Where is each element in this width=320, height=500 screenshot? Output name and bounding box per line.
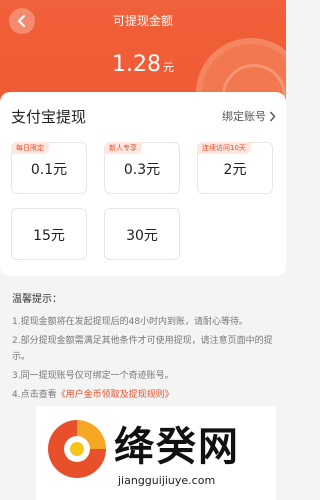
withdraw-card: 支付宝提现 绑定账号 每日限定 0.1元 新人专享 0.3元 连续访问10天 2… (0, 92, 286, 276)
bind-account-label: 绑定账号 (222, 110, 266, 123)
watermark-url: jiangguijiuye.com (118, 474, 216, 487)
withdraw-option-0.1[interactable]: 每日限定 0.1元 (11, 142, 87, 194)
card-title: 支付宝提现 (11, 108, 87, 126)
option-value: 0.3元 (123, 162, 161, 178)
amount-value: 1.28 (112, 52, 161, 77)
watermark-logo-icon (48, 420, 106, 478)
tip-item: 3.同一提现账号仅可绑定一个奇迹账号。 (12, 371, 174, 381)
tip-item-last: 4.点击查看《用户金币领取及提现规则》 (12, 387, 276, 403)
amount-unit: 元 (162, 61, 174, 74)
bind-account-link[interactable]: 绑定账号 (222, 108, 276, 124)
tip-item: 2.部分提现金额需满足其他条件才可使用提现，请注意页面中的提示。 (12, 336, 273, 362)
option-value: 30元 (126, 228, 158, 244)
withdrawable-amount: 1.28 元 (0, 52, 286, 77)
withdraw-option-2[interactable]: 连续访问10天 2元 (197, 142, 273, 194)
option-tag: 每日限定 (11, 142, 49, 154)
tip-item: 1.提现金额将在发起提现后的48小时内到账，请耐心等待。 (12, 317, 249, 327)
option-value: 2元 (223, 162, 247, 178)
watermark: 绛癸网 jiangguijiuye.com (36, 406, 276, 500)
withdraw-option-0.3[interactable]: 新人专享 0.3元 (104, 142, 180, 194)
watermark-text: 绛癸网 (114, 424, 240, 470)
withdraw-option-15[interactable]: 15元 (11, 208, 87, 260)
rules-link[interactable]: 《用户金币领取及提现规则》 (57, 390, 174, 400)
page-title: 可提现金额 (112, 14, 173, 28)
chevron-right-icon (269, 111, 276, 121)
option-tag: 连续访问10天 (197, 142, 251, 154)
option-value: 15元 (33, 228, 65, 244)
option-value: 0.1元 (30, 162, 68, 178)
option-tag: 新人专享 (104, 142, 142, 154)
withdraw-option-30[interactable]: 30元 (104, 208, 180, 260)
tip-text: 4.点击查看 (12, 390, 57, 400)
tips-title: 温馨提示： (12, 294, 62, 305)
